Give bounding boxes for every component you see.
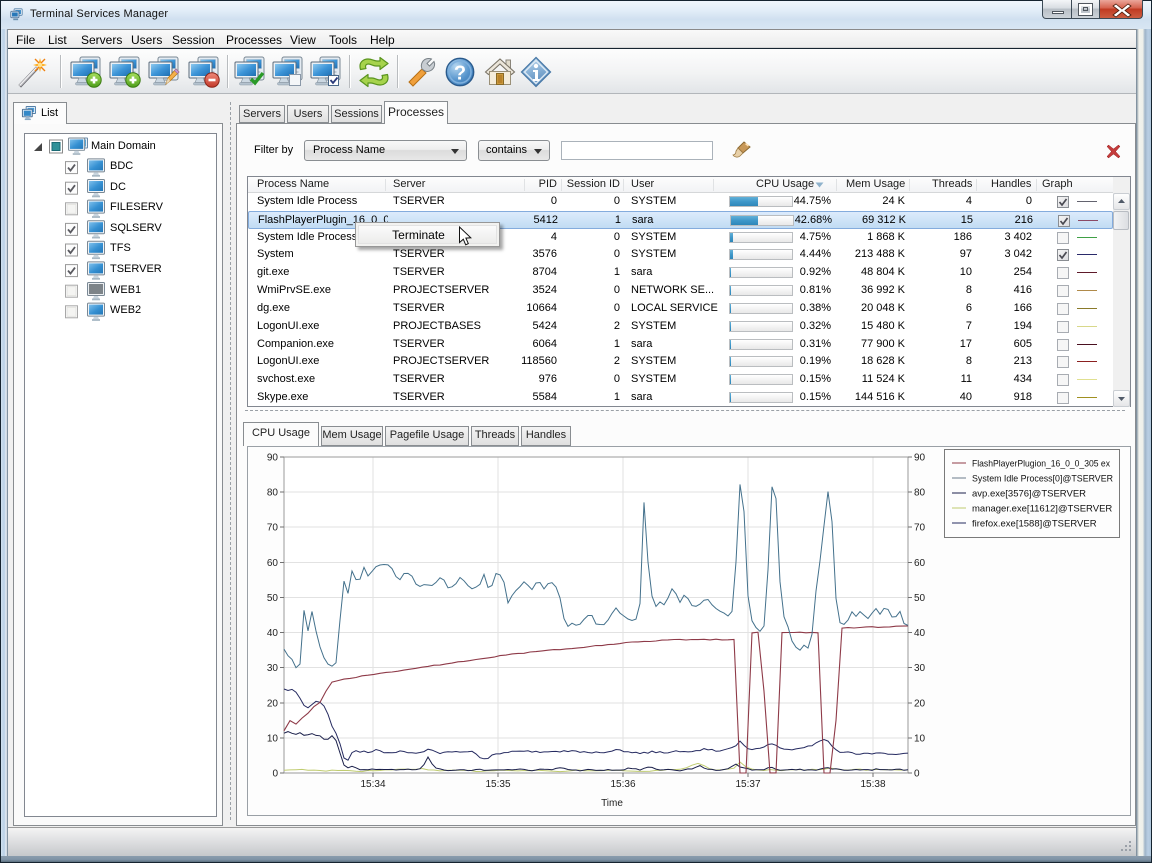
svg-text:Time: Time <box>601 798 623 809</box>
svg-text:40: 40 <box>267 628 279 639</box>
svg-text:90: 90 <box>914 453 926 464</box>
svg-text:50: 50 <box>914 593 926 604</box>
svg-text:manager.exe[11612]@TSERVER: manager.exe[11612]@TSERVER <box>972 504 1112 515</box>
svg-text:80: 80 <box>914 488 926 499</box>
svg-text:70: 70 <box>267 523 279 534</box>
svg-text:80: 80 <box>267 488 279 499</box>
svg-text:System Idle Process[0]@TSERVER: System Idle Process[0]@TSERVER <box>972 474 1113 485</box>
svg-text:60: 60 <box>267 558 279 569</box>
svg-text:30: 30 <box>267 663 279 674</box>
svg-text:40: 40 <box>914 628 926 639</box>
svg-text:avp.exe[3576]@TSERVER: avp.exe[3576]@TSERVER <box>972 489 1086 500</box>
svg-text:firefox.exe[1588]@TSERVER: firefox.exe[1588]@TSERVER <box>972 519 1097 530</box>
svg-text:15:37: 15:37 <box>735 779 760 790</box>
svg-text:50: 50 <box>267 593 279 604</box>
svg-text:?: ? <box>454 63 466 85</box>
svg-text:20: 20 <box>267 698 279 709</box>
svg-text:30: 30 <box>914 663 926 674</box>
svg-text:10: 10 <box>267 733 279 744</box>
svg-text:15:35: 15:35 <box>485 779 510 790</box>
svg-text:15:36: 15:36 <box>610 779 635 790</box>
svg-text:15:34: 15:34 <box>360 779 385 790</box>
svg-text:90: 90 <box>267 453 279 464</box>
svg-text:0: 0 <box>914 769 920 780</box>
svg-text:0: 0 <box>272 769 278 780</box>
svg-text:10: 10 <box>914 733 926 744</box>
svg-text:15:38: 15:38 <box>860 779 885 790</box>
svg-text:60: 60 <box>914 558 926 569</box>
svg-text:20: 20 <box>914 698 926 709</box>
svg-text:FlashPlayerPlugion_16_0_0_305: FlashPlayerPlugion_16_0_0_305 ex <box>972 459 1110 470</box>
svg-text:70: 70 <box>914 523 926 534</box>
